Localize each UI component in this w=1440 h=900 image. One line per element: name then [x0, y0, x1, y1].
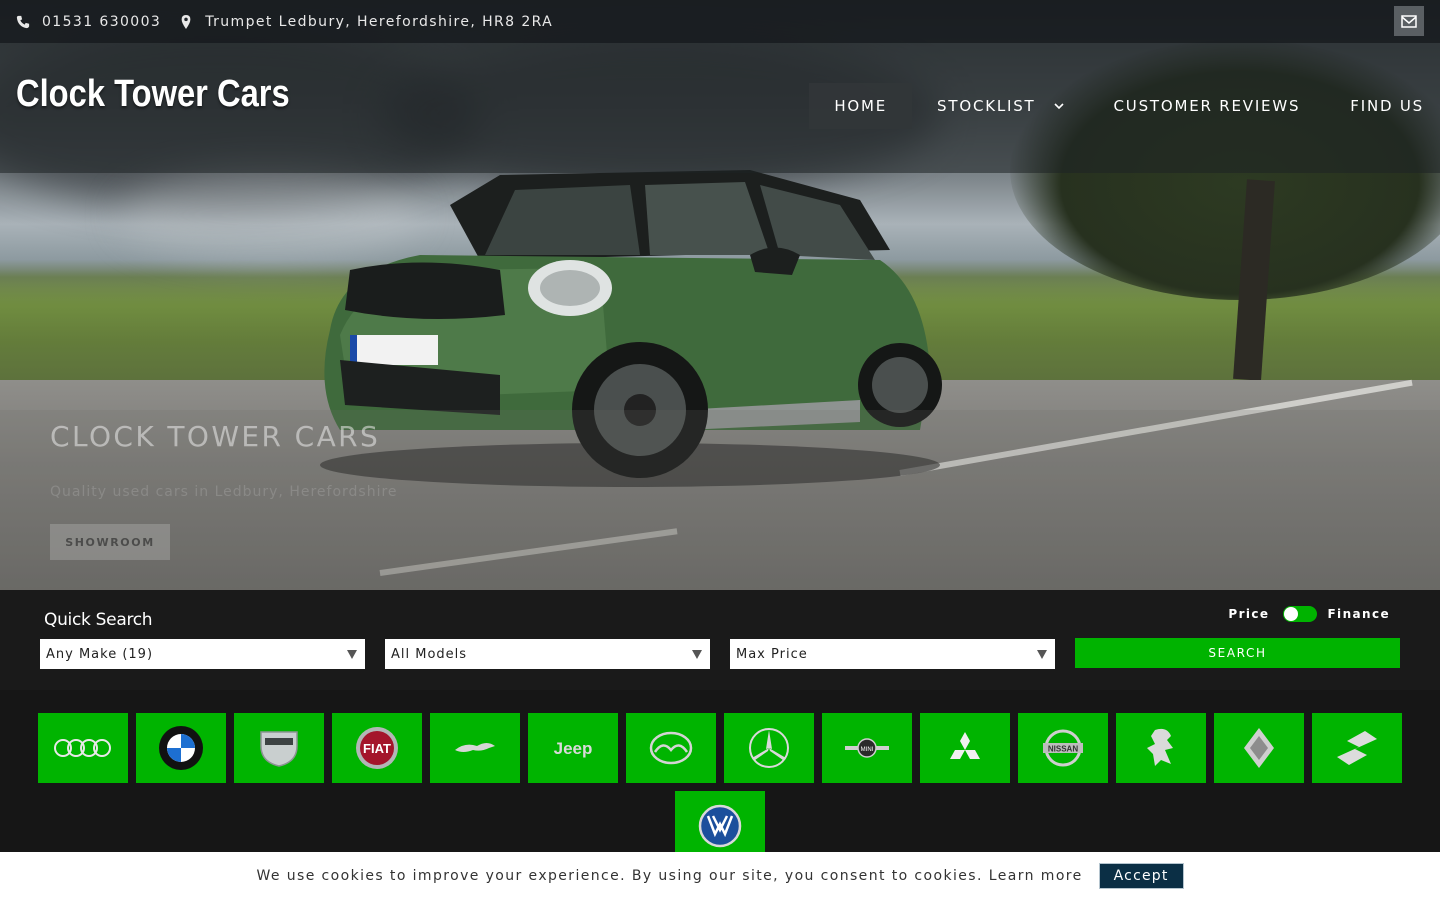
site-header: Clock Tower Cars HOME STOCKLIST CUSTOMER…: [0, 43, 1440, 173]
nav-stocklist[interactable]: STOCKLIST: [912, 83, 1088, 129]
toggle-knob: [1284, 607, 1299, 621]
make-tile-mitsubishi[interactable]: [920, 713, 1010, 783]
make-tile-mercedes-benz[interactable]: [724, 713, 814, 783]
cookie-banner: We use cookies to improve your experienc…: [0, 852, 1440, 900]
make-tile-fiat[interactable]: FIAT: [332, 713, 422, 783]
nav-home-label: HOME: [834, 97, 888, 115]
svg-text:FIAT: FIAT: [363, 741, 391, 756]
svg-text:MINI: MINI: [861, 747, 874, 753]
mitsubishi-logo-icon: [950, 732, 980, 759]
make-tile-dacia[interactable]: [234, 713, 324, 783]
search-button[interactable]: SEARCH: [1075, 638, 1400, 668]
address-text: Trumpet Ledbury, Herefordshire, HR8 2RA: [205, 13, 554, 30]
make-tile-jeep[interactable]: Jeep: [528, 713, 618, 783]
jaguar-logo-icon: [455, 743, 495, 752]
top-bar: 01531 630003 Trumpet Ledbury, Herefordsh…: [0, 0, 1440, 43]
make-tile-suzuki[interactable]: [1312, 713, 1402, 783]
max-price-select[interactable]: Max Price: [730, 639, 1055, 669]
hero-title: CLOCK TOWER CARS: [50, 420, 381, 453]
phone-contact[interactable]: 01531 630003: [16, 14, 161, 30]
quick-search-title: Quick Search: [44, 610, 153, 630]
chevron-down-icon: [1053, 103, 1064, 110]
make-tile-jaguar[interactable]: [430, 713, 520, 783]
address-contact: Trumpet Ledbury, Herefordshire, HR8 2RA: [179, 14, 553, 30]
toggle-finance-label: Finance: [1327, 607, 1390, 621]
make-tile-bmw[interactable]: [136, 713, 226, 783]
nav-find-us[interactable]: FIND US: [1325, 83, 1424, 129]
audi-logo-icon: [54, 739, 111, 757]
price-finance-toggle[interactable]: [1283, 606, 1318, 622]
renault-logo-icon: [1244, 728, 1274, 768]
nav-customer-reviews-label: CUSTOMER REVIEWS: [1113, 97, 1301, 115]
email-button[interactable]: [1394, 6, 1424, 36]
mini-logo-icon: MINI: [845, 738, 889, 758]
make-select-value: Any Make (19): [46, 646, 154, 662]
cookie-message: We use cookies to improve your experienc…: [256, 868, 983, 884]
learn-more-link[interactable]: Learn more: [989, 868, 1083, 884]
make-tile-renault[interactable]: [1214, 713, 1304, 783]
suzuki-logo-icon: [1337, 731, 1377, 765]
dropdown-arrow-icon: [1037, 650, 1047, 659]
make-tile-nissan[interactable]: NISSAN: [1018, 713, 1108, 783]
nav-customer-reviews[interactable]: CUSTOMER REVIEWS: [1089, 83, 1326, 129]
volkswagen-logo-icon: [698, 804, 742, 848]
main-nav: HOME STOCKLIST CUSTOMER REVIEWS FIND US: [809, 83, 1424, 129]
mazda-logo-icon: [649, 731, 693, 765]
phone-number: 01531 630003: [42, 13, 162, 30]
envelope-icon: [1401, 14, 1417, 28]
make-tile-audi[interactable]: [38, 713, 128, 783]
make-tile-peugeot[interactable]: [1116, 713, 1206, 783]
bmw-logo-icon: [159, 726, 203, 770]
model-select[interactable]: All Models: [385, 639, 710, 669]
dropdown-arrow-icon: [347, 650, 357, 659]
make-tile-volkswagen[interactable]: [675, 791, 765, 861]
phone-icon: [16, 15, 30, 28]
map-pin-icon: [181, 14, 191, 29]
mercedes-logo-icon: [749, 728, 789, 768]
site-logo[interactable]: Clock Tower Cars: [16, 73, 290, 116]
peugeot-logo-icon: [1147, 728, 1173, 766]
toggle-price-label: Price: [1228, 607, 1270, 621]
showroom-button[interactable]: SHOWROOM: [50, 524, 170, 560]
dropdown-arrow-icon: [692, 650, 702, 659]
dacia-logo-icon: [260, 731, 298, 767]
quick-search: Quick Search Price Finance Any Make (19)…: [0, 590, 1440, 690]
nav-find-us-label: FIND US: [1350, 97, 1424, 115]
nissan-logo-icon: NISSAN: [1043, 729, 1083, 767]
svg-text:Jeep: Jeep: [554, 739, 593, 758]
hero-subtitle: Quality used cars in Ledbury, Herefordsh…: [50, 484, 398, 500]
jeep-logo-icon: Jeep: [554, 739, 593, 758]
nav-home[interactable]: HOME: [809, 83, 913, 129]
model-select-value: All Models: [391, 646, 468, 662]
max-price-select-value: Max Price: [736, 646, 808, 662]
svg-text:NISSAN: NISSAN: [1048, 745, 1078, 754]
nav-stocklist-label: STOCKLIST: [937, 97, 1036, 115]
accept-cookies-button[interactable]: Accept: [1098, 863, 1184, 889]
make-select[interactable]: Any Make (19): [40, 639, 365, 669]
fiat-logo-icon: FIAT: [356, 727, 398, 769]
make-tile-mazda[interactable]: [626, 713, 716, 783]
make-tile-mini[interactable]: MINI: [822, 713, 912, 783]
price-finance-toggle-row: Price Finance: [1228, 606, 1390, 622]
